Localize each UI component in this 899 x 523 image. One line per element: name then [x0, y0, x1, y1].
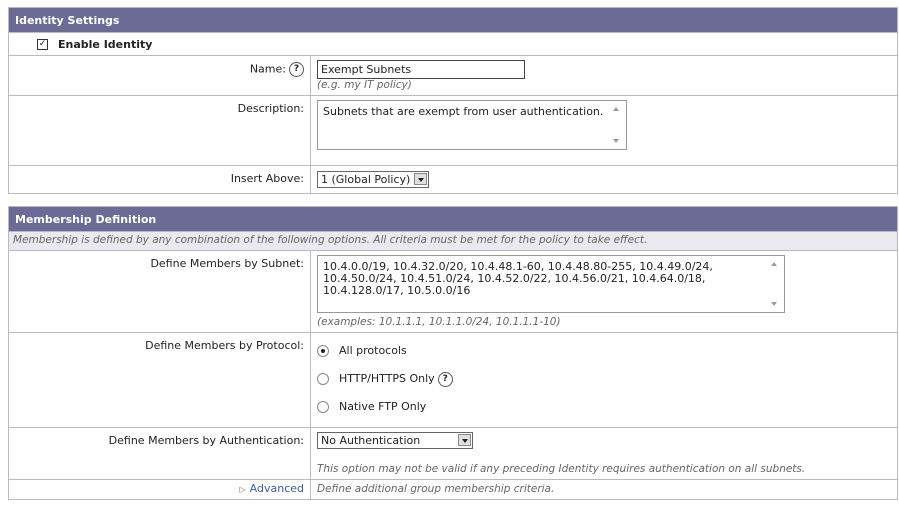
scroll-up-icon[interactable] [771, 262, 777, 266]
name-input[interactable]: Exempt Subnets [317, 60, 525, 79]
advanced-note: Define additional group membership crite… [310, 479, 898, 500]
chevron-down-icon[interactable] [414, 173, 428, 185]
insert-above-value: 1 (Global Policy) [321, 173, 411, 186]
protocol-option-ftp[interactable]: Native FTP Only [311, 393, 897, 421]
enable-identity-row[interactable]: ✓ Enable Identity [8, 32, 898, 56]
subnet-textarea[interactable]: 10.4.0.0/19, 10.4.32.0/20, 10.4.48.1-60,… [317, 255, 785, 313]
auth-note: This option may not be valid if any prec… [317, 463, 806, 475]
radio-all-protocols[interactable] [317, 345, 329, 357]
radio-http-https[interactable] [317, 373, 329, 385]
help-icon[interactable]: ? [289, 62, 304, 77]
protocol-label: Define Members by Protocol: [8, 332, 311, 428]
name-hint: (e.g. my IT policy) [317, 79, 412, 91]
advanced-cell[interactable]: ▷ Advanced [8, 479, 311, 500]
help-icon[interactable]: ? [437, 371, 453, 387]
protocol-option-http[interactable]: HTTP/HTTPS Only? [311, 365, 897, 393]
membership-definition-section: Membership Definition Membership is defi… [8, 206, 898, 500]
description-text: Subnets that are exempt from user authen… [323, 105, 604, 118]
membership-intro: Membership is defined by any combination… [8, 231, 898, 251]
description-scrollbar[interactable] [610, 103, 624, 147]
scroll-down-icon[interactable] [771, 302, 777, 306]
identity-settings-section: Identity Settings ✓ Enable Identity Name:… [8, 7, 898, 194]
radio-native-ftp[interactable] [317, 401, 329, 413]
auth-select[interactable]: No Authentication [317, 432, 473, 449]
auth-cell: No Authentication This option may not be… [310, 427, 898, 480]
identity-settings-header: Identity Settings [8, 7, 898, 33]
name-label-cell: Name:? [8, 55, 311, 96]
protocol-option-label: Native FTP Only [339, 400, 427, 413]
protocol-option-label: HTTP/HTTPS Only [339, 372, 435, 385]
enable-identity-checkbox[interactable]: ✓ [37, 39, 48, 50]
description-value-cell: Subnets that are exempt from user authen… [310, 95, 898, 166]
protocol-option-all[interactable]: All protocols [311, 337, 897, 365]
description-label: Description: [8, 95, 311, 166]
advanced-link[interactable]: Advanced [250, 482, 304, 495]
auth-label: Define Members by Authentication: [8, 427, 311, 480]
name-value-cell: Exempt Subnets (e.g. my IT policy) [310, 55, 898, 96]
scroll-up-icon[interactable] [613, 107, 619, 111]
membership-header: Membership Definition [8, 206, 898, 232]
subnet-value-cell: 10.4.0.0/19, 10.4.32.0/20, 10.4.48.1-60,… [310, 250, 898, 333]
subnet-scrollbar[interactable] [768, 258, 782, 310]
triangle-right-icon[interactable]: ▷ [240, 485, 246, 494]
protocol-option-label: All protocols [339, 344, 407, 357]
insert-above-cell: 1 (Global Policy) [310, 165, 898, 194]
subnet-label: Define Members by Subnet: [8, 250, 311, 333]
description-textarea[interactable]: Subnets that are exempt from user authen… [317, 100, 627, 150]
protocol-options-cell: All protocols HTTP/HTTPS Only? Native FT… [310, 332, 898, 428]
chevron-down-icon[interactable] [458, 434, 471, 446]
insert-above-label: Insert Above: [8, 165, 311, 194]
name-label: Name: [249, 62, 286, 76]
scroll-down-icon[interactable] [613, 139, 619, 143]
enable-identity-label: Enable Identity [58, 37, 153, 51]
insert-above-select[interactable]: 1 (Global Policy) [317, 171, 430, 188]
subnet-examples: (examples: 10.1.1.1, 10.1.1.0/24, 10.1.1… [317, 316, 561, 328]
subnet-text: 10.4.0.0/19, 10.4.32.0/20, 10.4.48.1-60,… [323, 260, 713, 297]
auth-value: No Authentication [321, 434, 421, 447]
